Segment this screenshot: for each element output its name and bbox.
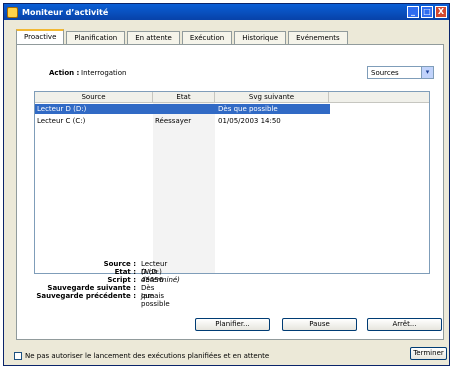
action-label: Action :	[49, 69, 80, 77]
cell-source: Lecteur D (D:)	[37, 105, 87, 113]
column-header-etat[interactable]: Etat	[153, 92, 215, 102]
action-value: Interrogation	[81, 69, 127, 77]
cell-svg-suivante: 01/05/2003 14:50	[218, 117, 281, 125]
detail-label-etat: Etat :	[114, 268, 136, 276]
sources-table: Source Etat Svg suivante Lecteur D (D:) …	[34, 91, 430, 274]
table-row[interactable]: Lecteur D (D:) Dès que possible	[35, 104, 330, 114]
sources-dropdown[interactable]: Sources ▾	[367, 66, 434, 79]
disable-scheduled-checkbox[interactable]	[14, 352, 22, 360]
chevron-down-icon[interactable]: ▾	[421, 67, 433, 78]
table-header: Source Etat Svg suivante	[35, 92, 429, 103]
tab-historique[interactable]: Historique	[234, 31, 287, 44]
tab-execution[interactable]: Exécution	[181, 31, 233, 44]
tab-planification[interactable]: Planification	[66, 31, 126, 44]
tab-proactive[interactable]: Proactive	[16, 29, 65, 44]
etat-column-background	[153, 103, 215, 273]
detail-value-script: 45456	[141, 276, 164, 284]
window-title: Moniteur d’activité	[22, 7, 109, 17]
minimize-button[interactable]: _	[407, 6, 419, 18]
column-header-source[interactable]: Source	[35, 92, 153, 102]
detail-label-next-backup: Sauvegarde suivante :	[47, 284, 136, 292]
cell-svg-suivante: Dès que possible	[218, 105, 278, 113]
close-button[interactable]: X	[435, 6, 447, 18]
cell-etat: Réessayer	[155, 117, 192, 125]
schedule-button[interactable]: Planifier...	[195, 318, 270, 331]
sources-dropdown-value: Sources	[371, 69, 399, 77]
stop-button[interactable]: Arrêt...	[367, 318, 442, 331]
app-icon	[7, 6, 18, 18]
finish-button[interactable]: Terminer	[410, 347, 447, 360]
table-row[interactable]: Lecteur C (C:) Réessayer 01/05/2003 14:5…	[35, 116, 330, 126]
activity-monitor-window: Moniteur d’activité _ □ X Proactive Plan…	[3, 3, 450, 366]
tab-en-attente[interactable]: En attente	[127, 31, 180, 44]
title-bar[interactable]: Moniteur d’activité _ □ X	[4, 4, 449, 20]
disable-scheduled-label[interactable]: Ne pas autoriser le lancement des exécut…	[25, 352, 269, 360]
tab-evenements[interactable]: Evénements	[288, 31, 348, 44]
cell-source: Lecteur C (C:)	[37, 117, 86, 125]
detail-label-script: Script :	[107, 276, 136, 284]
tab-strip: Proactive Planification En attente Exécu…	[16, 29, 350, 44]
proactive-panel: Action : Interrogation Sources ▾ Source …	[16, 44, 444, 340]
detail-label-source: Source :	[103, 260, 136, 268]
detail-label-previous-backup: Sauvegarde précédente :	[36, 292, 136, 300]
column-header-svg-suivante[interactable]: Svg suivante	[215, 92, 329, 102]
pause-button[interactable]: Pause	[282, 318, 357, 331]
detail-value-previous-backup: Jamais	[141, 292, 165, 300]
maximize-button[interactable]: □	[421, 6, 433, 18]
